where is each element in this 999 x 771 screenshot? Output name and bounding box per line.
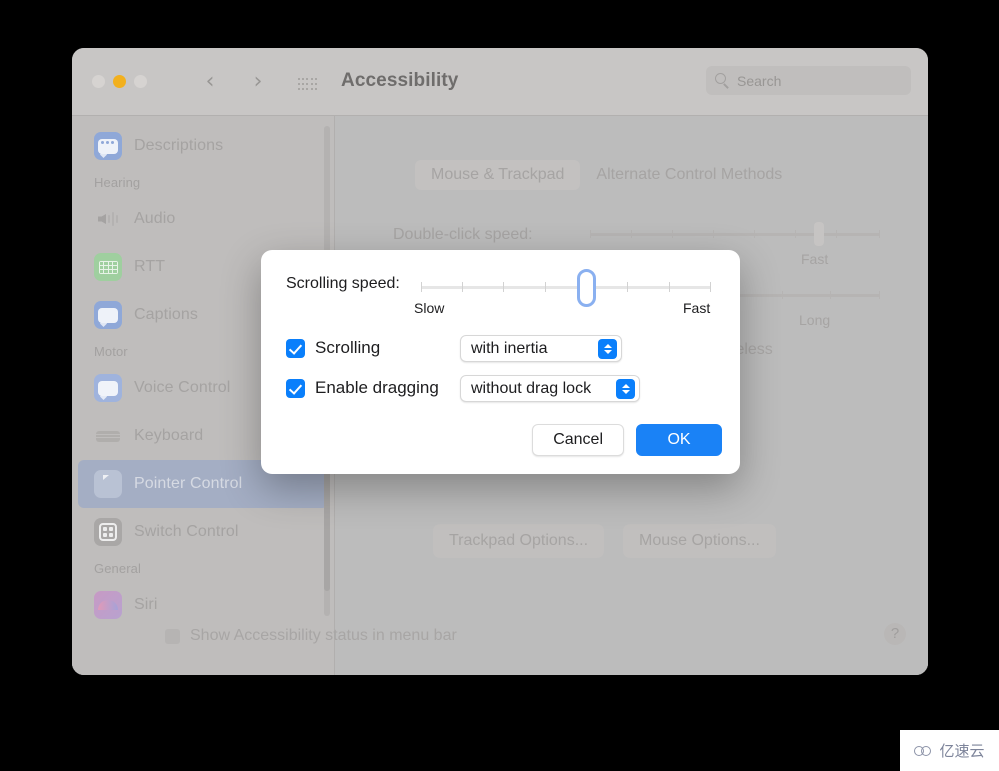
dialog-actions: Cancel OK (532, 424, 722, 456)
checkbox-label: Show Accessibility status in menu bar (190, 627, 457, 644)
sidebar-item-label: Keyboard (134, 427, 204, 444)
voice-control-icon (94, 374, 122, 402)
scrolling-speed-label: Scrolling speed: (286, 275, 400, 292)
mouse-options-button[interactable]: Mouse Options... (623, 524, 776, 558)
slider-slow-label: Slow (414, 300, 445, 316)
back-chevron-icon[interactable]: ‹ (197, 69, 223, 95)
window-titlebar: ‹ › Accessibility Search (72, 48, 928, 116)
sidebar-group-hearing: Hearing (94, 175, 141, 190)
chevron-up-down-icon (616, 378, 635, 399)
forward-chevron-icon[interactable]: › (245, 69, 271, 95)
zoom-button[interactable] (134, 75, 147, 88)
popup-value: with inertia (471, 339, 548, 357)
checkbox-label: Scrolling (315, 338, 381, 357)
slider-fast-label: Fast (683, 300, 711, 316)
cancel-button[interactable]: Cancel (532, 424, 624, 456)
sidebar-item-label: Captions (134, 306, 198, 323)
chevron-up-down-icon (598, 338, 617, 359)
traffic-lights (92, 75, 147, 88)
checkbox-box (286, 378, 305, 398)
double-click-fast-label: Fast (801, 251, 829, 267)
scrolling-mode-popup[interactable]: with inertia (460, 335, 622, 362)
sidebar-item-label: Descriptions (134, 137, 224, 154)
enable-dragging-checkbox[interactable]: Enable dragging (286, 378, 439, 398)
window-footer: Show Accessibility status in menu bar ? (72, 615, 928, 675)
search-placeholder: Search (737, 72, 782, 89)
audio-icon (94, 205, 122, 233)
keyboard-icon (94, 422, 122, 450)
screen: ‹ › Accessibility Search Descriptions He… (0, 0, 999, 771)
watermark-text: 亿速云 (939, 742, 985, 760)
scrolling-checkbox[interactable]: Scrolling (286, 338, 380, 358)
sidebar-item-label: Siri (134, 596, 158, 613)
ok-button[interactable]: OK (636, 424, 722, 456)
watermark: 亿速云 (900, 730, 999, 771)
tab-group[interactable]: Mouse & Trackpad Alternate Control Metho… (415, 160, 798, 190)
scrolling-speed-knob[interactable] (577, 269, 596, 307)
help-button[interactable]: ? (884, 623, 906, 645)
sidebar-item-label: Voice Control (134, 379, 231, 396)
double-click-speed-slider[interactable] (590, 222, 880, 246)
switch-control-icon (94, 518, 122, 546)
page-title: Accessibility (341, 70, 459, 91)
scrolling-options-dialog: Scrolling speed: Slow Fast Scrolling wit… (261, 250, 740, 474)
checkbox-label: Enable dragging (315, 378, 439, 397)
double-click-speed-knob[interactable] (814, 222, 824, 246)
tab-alternate-control-methods[interactable]: Alternate Control Methods (580, 160, 798, 190)
minimize-button[interactable] (113, 75, 126, 88)
scrolling-speed-slider[interactable] (421, 282, 711, 292)
sidebar-item-switch-control[interactable]: Switch Control (78, 508, 328, 556)
captions-icon (94, 301, 122, 329)
checkbox-box (165, 628, 180, 644)
popup-value: without drag lock (471, 379, 592, 397)
drag-lock-popup[interactable]: without drag lock (460, 375, 640, 402)
sidebar-item-label: Audio (134, 210, 176, 227)
checkbox-box (286, 338, 305, 358)
rtt-icon (94, 253, 122, 281)
apps-grid-icon[interactable] (298, 78, 318, 92)
trackpad-options-button[interactable]: Trackpad Options... (433, 524, 605, 558)
close-button[interactable] (92, 75, 105, 88)
search-field[interactable]: Search (706, 66, 911, 95)
sidebar-item-descriptions[interactable]: Descriptions (78, 122, 328, 170)
descriptions-icon (94, 132, 122, 160)
tab-mouse-trackpad[interactable]: Mouse & Trackpad (415, 160, 581, 190)
double-click-speed-label: Double-click speed: (393, 226, 533, 243)
cloud-logo-icon (914, 744, 935, 758)
sidebar-item-label: Pointer Control (134, 475, 243, 492)
sidebar-group-general: General (94, 561, 141, 576)
sidebar-item-audio[interactable]: Audio (78, 195, 328, 243)
show-accessibility-status-checkbox[interactable]: Show Accessibility status in menu bar (165, 627, 457, 645)
sidebar-item-label: RTT (134, 258, 166, 275)
search-icon (715, 73, 730, 89)
sidebar-item-label: Switch Control (134, 523, 239, 540)
pointer-icon (94, 470, 122, 498)
dwell-long-label: Long (799, 312, 831, 328)
